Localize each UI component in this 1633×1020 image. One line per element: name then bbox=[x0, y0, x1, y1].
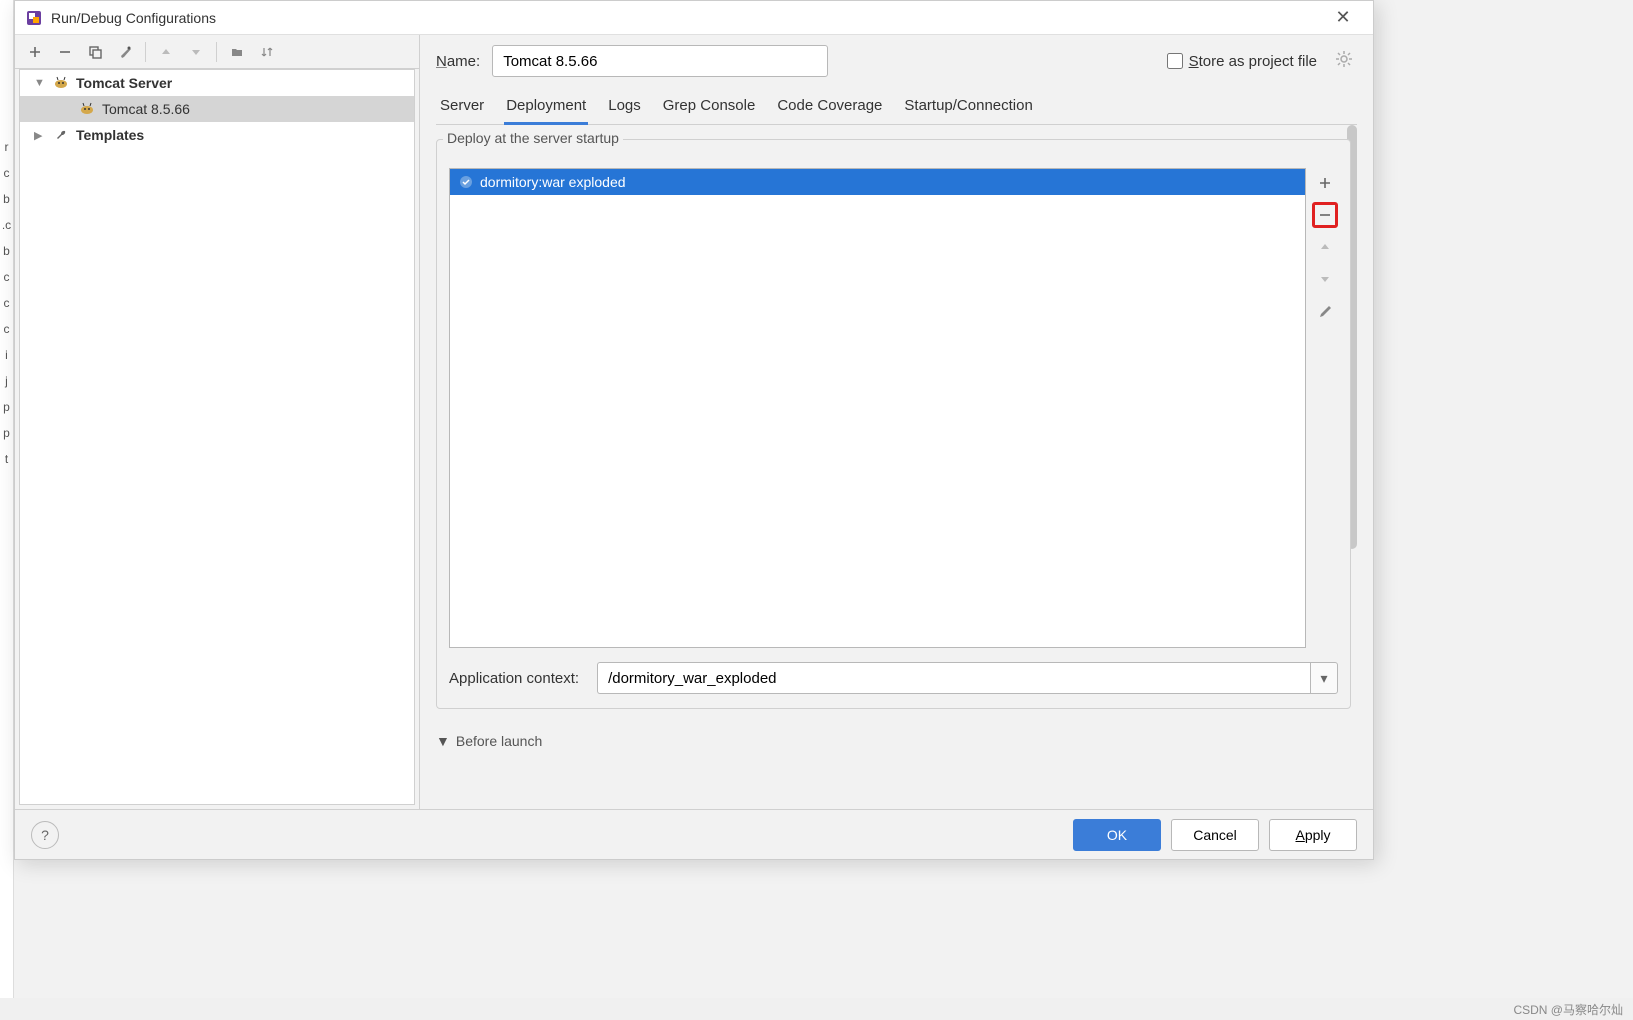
apply-button[interactable]: Apply bbox=[1269, 819, 1357, 851]
store-checkbox-input[interactable] bbox=[1167, 53, 1183, 69]
dialog-title: Run/Debug Configurations bbox=[51, 10, 1323, 26]
tree-node-tomcat-server[interactable]: ▼ Tomcat Server bbox=[20, 70, 414, 96]
expand-arrow-icon: ▼ bbox=[436, 733, 450, 749]
sort-button[interactable] bbox=[253, 39, 281, 65]
copy-config-button[interactable] bbox=[81, 39, 109, 65]
folder-button[interactable] bbox=[223, 39, 251, 65]
tomcat-icon bbox=[78, 101, 96, 117]
tab-startup-connection[interactable]: Startup/Connection bbox=[902, 89, 1034, 124]
tab-deployment[interactable]: Deployment bbox=[504, 89, 588, 124]
tab-grep-console[interactable]: Grep Console bbox=[661, 89, 758, 124]
dropdown-arrow-icon[interactable]: ▾ bbox=[1310, 662, 1338, 694]
run-debug-configurations-dialog: Run/Debug Configurations ✕ ▼ Tomc bbox=[14, 0, 1374, 860]
tab-server[interactable]: Server bbox=[438, 89, 486, 124]
cancel-button[interactable]: Cancel bbox=[1171, 819, 1259, 851]
move-artifact-down-button[interactable] bbox=[1312, 266, 1338, 292]
deploy-area: dormitory:war exploded bbox=[449, 168, 1338, 648]
artifact-label: dormitory:war exploded bbox=[480, 174, 626, 190]
titlebar: Run/Debug Configurations ✕ bbox=[15, 1, 1373, 35]
edit-config-button[interactable] bbox=[111, 39, 139, 65]
ok-button[interactable]: OK bbox=[1073, 819, 1161, 851]
tree-node-tomcat-8566[interactable]: Tomcat 8.5.66 bbox=[20, 96, 414, 122]
tomcat-icon bbox=[52, 75, 70, 91]
artifact-icon bbox=[458, 174, 474, 190]
tree-label: Tomcat 8.5.66 bbox=[102, 101, 190, 117]
application-context-label: Application context: bbox=[449, 670, 579, 687]
remove-artifact-button[interactable] bbox=[1312, 202, 1338, 228]
name-label: Name: bbox=[436, 53, 480, 70]
dialog-footer: ? OK Cancel Apply bbox=[15, 809, 1373, 859]
deploy-legend: Deploy at the server startup bbox=[443, 130, 623, 146]
edit-artifact-button[interactable] bbox=[1312, 298, 1338, 324]
background-editor-strip: rcb.cbcccijppt bbox=[0, 0, 14, 1020]
tree-label: Tomcat Server bbox=[76, 75, 172, 91]
ide-status-bar: CSDN @马察哈尔灿 bbox=[0, 998, 1633, 1020]
deploy-list-toolbar bbox=[1312, 168, 1338, 648]
config-tabs: Server Deployment Logs Grep Console Code… bbox=[436, 89, 1357, 125]
move-artifact-up-button[interactable] bbox=[1312, 234, 1338, 260]
application-context-combo[interactable]: ▾ bbox=[597, 662, 1338, 694]
configurations-toolbar bbox=[15, 35, 419, 69]
configurations-pane: ▼ Tomcat Server Tomcat 8.5.66 ▶ Template… bbox=[15, 35, 420, 809]
move-up-button[interactable] bbox=[152, 39, 180, 65]
wrench-icon bbox=[52, 127, 70, 143]
collapse-arrow-icon: ▶ bbox=[34, 129, 46, 142]
config-name-input[interactable] bbox=[492, 45, 828, 77]
tree-label: Templates bbox=[76, 127, 144, 143]
dialog-body: ▼ Tomcat Server Tomcat 8.5.66 ▶ Template… bbox=[15, 35, 1373, 809]
deploy-artifact-item[interactable]: dormitory:war exploded bbox=[450, 169, 1305, 195]
deploy-artifact-list[interactable]: dormitory:war exploded bbox=[449, 168, 1306, 648]
tab-logs[interactable]: Logs bbox=[606, 89, 643, 124]
application-context-row: Application context: ▾ bbox=[449, 662, 1338, 694]
toolbar-separator bbox=[216, 42, 217, 62]
add-config-button[interactable] bbox=[21, 39, 49, 65]
expand-arrow-icon: ▼ bbox=[34, 77, 46, 89]
before-launch-label: Before launch bbox=[456, 733, 542, 749]
name-row: Name: Store as project file bbox=[436, 45, 1357, 77]
tab-code-coverage[interactable]: Code Coverage bbox=[775, 89, 884, 124]
configurations-tree[interactable]: ▼ Tomcat Server Tomcat 8.5.66 ▶ Template… bbox=[19, 69, 415, 805]
help-button[interactable]: ? bbox=[31, 821, 59, 849]
tab-content-deployment: Deploy at the server startup dormitory:w… bbox=[436, 125, 1357, 809]
move-down-button[interactable] bbox=[182, 39, 210, 65]
close-button[interactable]: ✕ bbox=[1323, 3, 1363, 33]
deploy-fieldset: Deploy at the server startup dormitory:w… bbox=[436, 139, 1351, 709]
add-artifact-button[interactable] bbox=[1312, 170, 1338, 196]
app-icon bbox=[25, 9, 43, 27]
configuration-editor-pane: Name: Store as project file Server Deplo… bbox=[420, 35, 1373, 809]
store-as-project-file-checkbox[interactable]: Store as project file bbox=[1167, 53, 1317, 70]
before-launch-section[interactable]: ▼ Before launch bbox=[436, 733, 1351, 749]
gear-icon[interactable] bbox=[1335, 50, 1357, 72]
watermark-text: CSDN @马察哈尔灿 bbox=[1513, 1001, 1623, 1018]
application-context-input[interactable] bbox=[597, 662, 1310, 694]
remove-config-button[interactable] bbox=[51, 39, 79, 65]
tree-node-templates[interactable]: ▶ Templates bbox=[20, 122, 414, 148]
toolbar-separator bbox=[145, 42, 146, 62]
